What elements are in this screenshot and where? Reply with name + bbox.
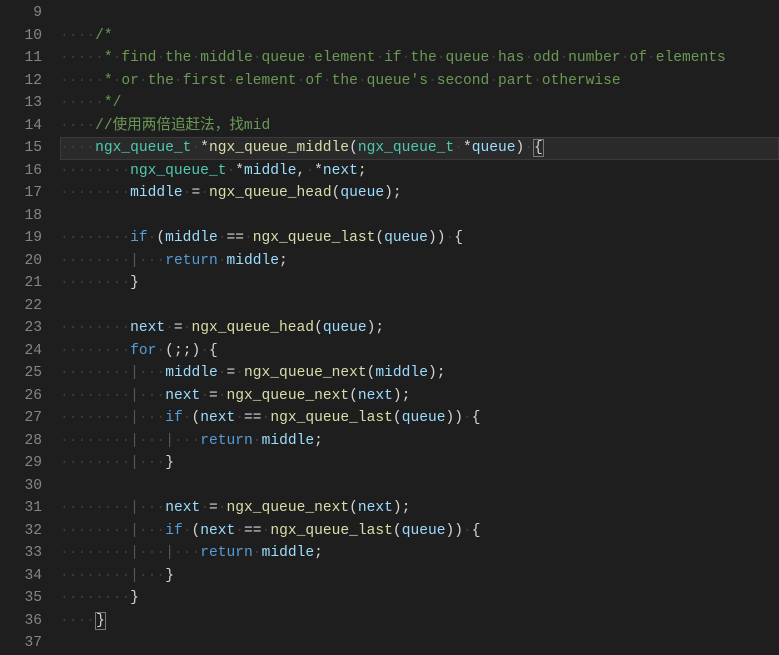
code-line[interactable]: ········middle·=·ngx_queue_head(queue);: [60, 182, 779, 205]
line-number: 37: [0, 632, 42, 655]
code-line[interactable]: ········for·(;;)·{: [60, 340, 779, 363]
line-number: 28: [0, 430, 42, 453]
code-line[interactable]: [60, 632, 779, 655]
code-line[interactable]: ········|···next·=·ngx_queue_next(next);: [60, 385, 779, 408]
code-editor[interactable]: 9101112131415161718192021222324252627282…: [0, 0, 779, 647]
code-area[interactable]: ····/*·····*·find·the·middle·queue·eleme…: [60, 0, 779, 647]
code-line[interactable]: ····//使用两倍追赶法，找mid: [60, 115, 779, 138]
code-line[interactable]: ·····*·find·the·middle·queue·element·if·…: [60, 47, 779, 70]
line-number: 10: [0, 25, 42, 48]
line-number: 24: [0, 340, 42, 363]
code-line[interactable]: [60, 205, 779, 228]
line-number: 16: [0, 160, 42, 183]
code-line[interactable]: ····/*: [60, 25, 779, 48]
line-number: 11: [0, 47, 42, 70]
code-line[interactable]: ········|···middle·=·ngx_queue_next(midd…: [60, 362, 779, 385]
code-line[interactable]: ········next·=·ngx_queue_head(queue);: [60, 317, 779, 340]
code-line[interactable]: ········|···|···return·middle;: [60, 542, 779, 565]
line-number: 35: [0, 587, 42, 610]
code-line[interactable]: ········|···if·(next·==·ngx_queue_last(q…: [60, 407, 779, 430]
line-number: 20: [0, 250, 42, 273]
line-number: 26: [0, 385, 42, 408]
code-line[interactable]: ········|···}: [60, 565, 779, 588]
line-number: 9: [0, 2, 42, 25]
line-number: 17: [0, 182, 42, 205]
line-number: 19: [0, 227, 42, 250]
code-line[interactable]: ········ngx_queue_t·*middle,·*next;: [60, 160, 779, 183]
line-number: 22: [0, 295, 42, 318]
code-line[interactable]: ····ngx_queue_t·*ngx_queue_middle(ngx_qu…: [60, 137, 779, 160]
line-number: 21: [0, 272, 42, 295]
line-number: 12: [0, 70, 42, 93]
line-number: 34: [0, 565, 42, 588]
line-number: 30: [0, 475, 42, 498]
line-number: 18: [0, 205, 42, 228]
line-number: 15: [0, 137, 42, 160]
line-number: 14: [0, 115, 42, 138]
line-number: 29: [0, 452, 42, 475]
code-line[interactable]: ········|···if·(next·==·ngx_queue_last(q…: [60, 520, 779, 543]
line-number: 32: [0, 520, 42, 543]
code-line[interactable]: ········|···next·=·ngx_queue_next(next);: [60, 497, 779, 520]
line-number: 36: [0, 610, 42, 633]
code-line[interactable]: ········if·(middle·==·ngx_queue_last(que…: [60, 227, 779, 250]
code-line[interactable]: [60, 2, 779, 25]
line-number: 13: [0, 92, 42, 115]
line-number: 33: [0, 542, 42, 565]
line-number: 31: [0, 497, 42, 520]
code-line[interactable]: ·····*/: [60, 92, 779, 115]
line-number-gutter: 9101112131415161718192021222324252627282…: [0, 0, 60, 647]
code-line[interactable]: ····}: [60, 610, 779, 633]
code-line[interactable]: ········|···}: [60, 452, 779, 475]
code-line[interactable]: [60, 295, 779, 318]
code-line[interactable]: [60, 475, 779, 498]
code-line[interactable]: ········|···|···return·middle;: [60, 430, 779, 453]
code-line[interactable]: ········|···return·middle;: [60, 250, 779, 273]
code-line[interactable]: ········}: [60, 587, 779, 610]
code-line[interactable]: ·····*·or·the·first·element·of·the·queue…: [60, 70, 779, 93]
line-number: 27: [0, 407, 42, 430]
line-number: 25: [0, 362, 42, 385]
code-line[interactable]: ········}: [60, 272, 779, 295]
line-number: 23: [0, 317, 42, 340]
